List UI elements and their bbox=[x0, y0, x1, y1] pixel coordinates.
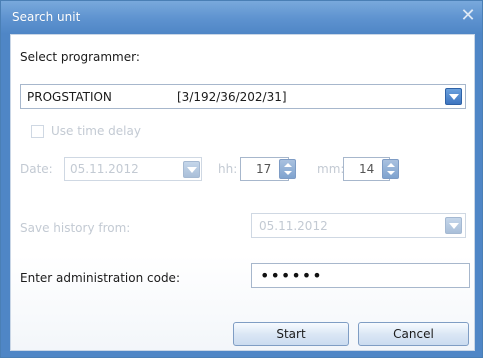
date-label: Date: bbox=[20, 162, 53, 176]
hour-value: 17 bbox=[256, 162, 272, 176]
programmer-address: [3/192/36/202/31] bbox=[177, 90, 287, 104]
admin-code-value: •••••• bbox=[260, 266, 323, 285]
use-time-delay-label: Use time delay bbox=[51, 124, 141, 138]
hour-spin-icon[interactable] bbox=[279, 159, 296, 179]
close-icon[interactable]: ✕ bbox=[459, 7, 477, 25]
mm-label: mm: bbox=[317, 162, 345, 176]
select-programmer-label: Select programmer: bbox=[20, 50, 140, 64]
dialog-title: Search unit bbox=[12, 10, 81, 24]
start-button[interactable]: Start bbox=[233, 322, 349, 346]
chevron-down-icon[interactable] bbox=[445, 88, 462, 105]
hh-label: hh: bbox=[218, 162, 238, 176]
history-date-picker[interactable]: 05.11.2012 bbox=[251, 213, 466, 238]
save-history-label: Save history from: bbox=[20, 221, 131, 235]
minute-value: 14 bbox=[359, 162, 375, 176]
use-time-delay-checkbox[interactable] bbox=[31, 125, 44, 138]
title-bar: Search unit ✕ bbox=[1, 1, 482, 34]
admin-code-label: Enter administration code: bbox=[20, 271, 180, 285]
programmer-select[interactable]: PROGSTATION [3/192/36/202/31] bbox=[20, 84, 466, 109]
date-value: 05.11.2012 bbox=[70, 162, 139, 176]
calendar-dropdown-icon[interactable] bbox=[445, 217, 462, 234]
admin-code-input[interactable]: •••••• bbox=[251, 263, 470, 288]
date-picker[interactable]: 05.11.2012 bbox=[64, 157, 202, 181]
cancel-button[interactable]: Cancel bbox=[358, 322, 469, 346]
history-date-value: 05.11.2012 bbox=[259, 219, 328, 233]
calendar-dropdown-icon[interactable] bbox=[183, 161, 200, 178]
search-unit-dialog: Search unit ✕ Select programmer: PROGSTA… bbox=[0, 0, 483, 358]
programmer-name: PROGSTATION bbox=[27, 90, 112, 104]
dialog-body: Select programmer: PROGSTATION [3/192/36… bbox=[10, 34, 475, 351]
minute-spin-icon[interactable] bbox=[382, 159, 399, 179]
